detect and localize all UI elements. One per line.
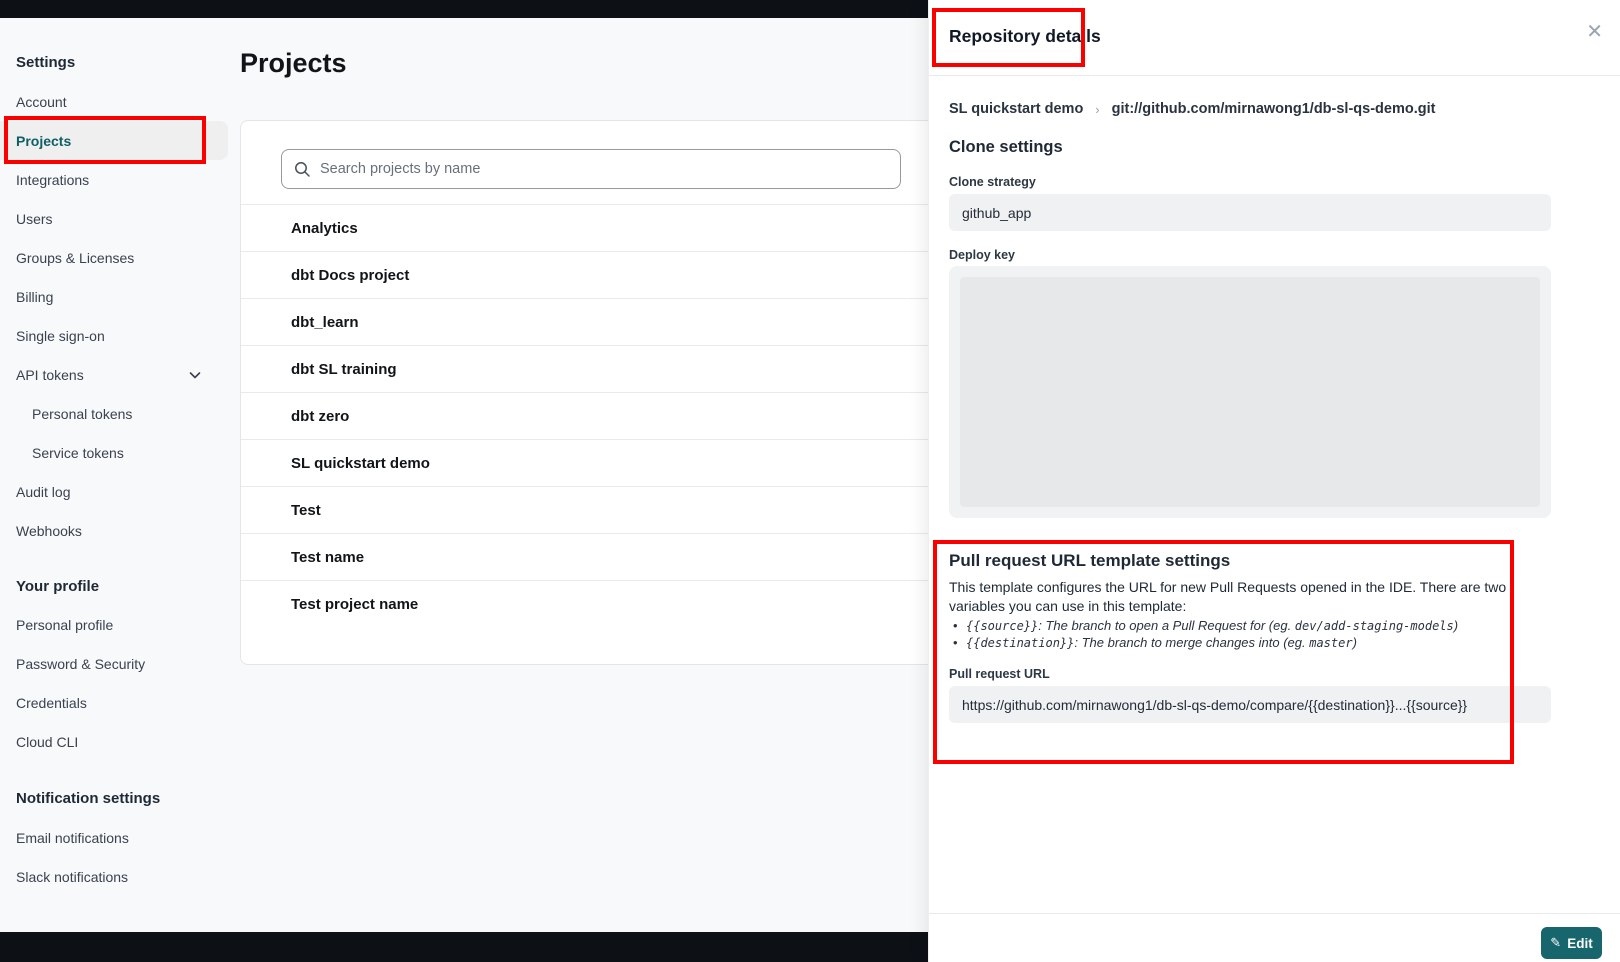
clone-strategy-label: Clone strategy (949, 175, 1036, 189)
sidebar-item-single-sign-on[interactable]: Single sign-on (0, 316, 228, 355)
clone-strategy-value: github_app (949, 194, 1551, 231)
sidebar-item-credentials[interactable]: Credentials (0, 683, 228, 722)
sidebar-item-users[interactable]: Users (0, 199, 228, 238)
sidebar-item-projects[interactable]: Projects (0, 121, 228, 160)
panel-footer-divider (929, 913, 1620, 914)
sidebar-item-account[interactable]: Account (0, 82, 228, 121)
project-row[interactable]: dbt_learn (241, 298, 939, 345)
deploy-key-field (949, 266, 1551, 518)
breadcrumb-separator-icon: › (1095, 102, 1099, 117)
profile-nav-list: Personal profile Password & Security Cre… (0, 605, 228, 761)
sidebar-heading-settings: Settings (16, 54, 75, 71)
project-row[interactable]: dbt Docs project (241, 251, 939, 298)
panel-header-divider (929, 75, 1620, 76)
variable-destination: {{destination}}: The branch to merge cha… (951, 635, 1541, 652)
breadcrumb: SL quickstart demo › git://github.com/mi… (949, 101, 1435, 117)
deploy-key-label: Deploy key (949, 248, 1015, 262)
sidebar-item-groups-licenses[interactable]: Groups & Licenses (0, 238, 228, 277)
chevron-down-icon (188, 368, 202, 382)
project-list: Analytics dbt Docs project dbt_learn dbt… (241, 204, 939, 627)
sidebar-item-audit-log[interactable]: Audit log (0, 472, 228, 511)
project-row[interactable]: Test project name (241, 580, 939, 627)
project-row[interactable]: SL quickstart demo (241, 439, 939, 486)
deploy-key-redacted-value (960, 277, 1540, 507)
pr-template-description: This template configures the URL for new… (949, 578, 1549, 616)
sidebar-item-slack-notifications[interactable]: Slack notifications (0, 857, 228, 896)
pencil-icon: ✎ (1550, 936, 1561, 951)
pr-template-heading: Pull request URL template settings (949, 551, 1230, 571)
settings-nav-list: Account Projects Integrations Users Grou… (0, 82, 228, 550)
breadcrumb-project-name: SL quickstart demo (949, 101, 1083, 117)
sidebar-item-integrations[interactable]: Integrations (0, 160, 228, 199)
project-row[interactable]: dbt SL training (241, 345, 939, 392)
close-icon[interactable]: ✕ (1586, 21, 1603, 41)
settings-sidebar: Settings Account Projects Integrations U… (0, 0, 228, 962)
panel-title: Repository details (949, 26, 1101, 47)
project-row[interactable]: Test name (241, 533, 939, 580)
sidebar-item-personal-tokens[interactable]: Personal tokens (0, 394, 228, 433)
search-input[interactable] (320, 161, 888, 177)
sidebar-item-service-tokens[interactable]: Service tokens (0, 433, 228, 472)
sidebar-heading-your-profile: Your profile (16, 578, 99, 595)
sidebar-item-webhooks[interactable]: Webhooks (0, 511, 228, 550)
sidebar-item-api-tokens[interactable]: API tokens (0, 355, 228, 394)
pull-request-url-label: Pull request URL (949, 667, 1050, 681)
pr-template-variables: {{source}}: The branch to open a Pull Re… (951, 618, 1541, 651)
clone-settings-heading: Clone settings (949, 138, 1063, 157)
repository-details-panel: Repository details ✕ SL quickstart demo … (928, 0, 1620, 962)
breadcrumb-repo-url: git://github.com/mirnawong1/db-sl-qs-dem… (1112, 101, 1436, 117)
sidebar-heading-notification-settings: Notification settings (16, 790, 160, 807)
app-window: Settings Account Projects Integrations U… (0, 0, 1620, 962)
pull-request-url-value: https://github.com/mirnawong1/db-sl-qs-d… (949, 686, 1551, 723)
project-row[interactable]: dbt zero (241, 392, 939, 439)
projects-card: Analytics dbt Docs project dbt_learn dbt… (240, 120, 940, 665)
project-search[interactable] (281, 149, 901, 189)
variable-source: {{source}}: The branch to open a Pull Re… (951, 618, 1541, 635)
sidebar-item-billing[interactable]: Billing (0, 277, 228, 316)
sidebar-item-email-notifications[interactable]: Email notifications (0, 818, 228, 857)
notifications-nav-list: Email notifications Slack notifications (0, 818, 228, 896)
project-row[interactable]: Test (241, 486, 939, 533)
search-icon (294, 161, 311, 178)
project-row[interactable]: Analytics (241, 204, 939, 251)
page-title: Projects (240, 48, 347, 79)
edit-button[interactable]: ✎ Edit (1541, 927, 1602, 959)
sidebar-item-cloud-cli[interactable]: Cloud CLI (0, 722, 228, 761)
sidebar-item-personal-profile[interactable]: Personal profile (0, 605, 228, 644)
sidebar-item-password-security[interactable]: Password & Security (0, 644, 228, 683)
